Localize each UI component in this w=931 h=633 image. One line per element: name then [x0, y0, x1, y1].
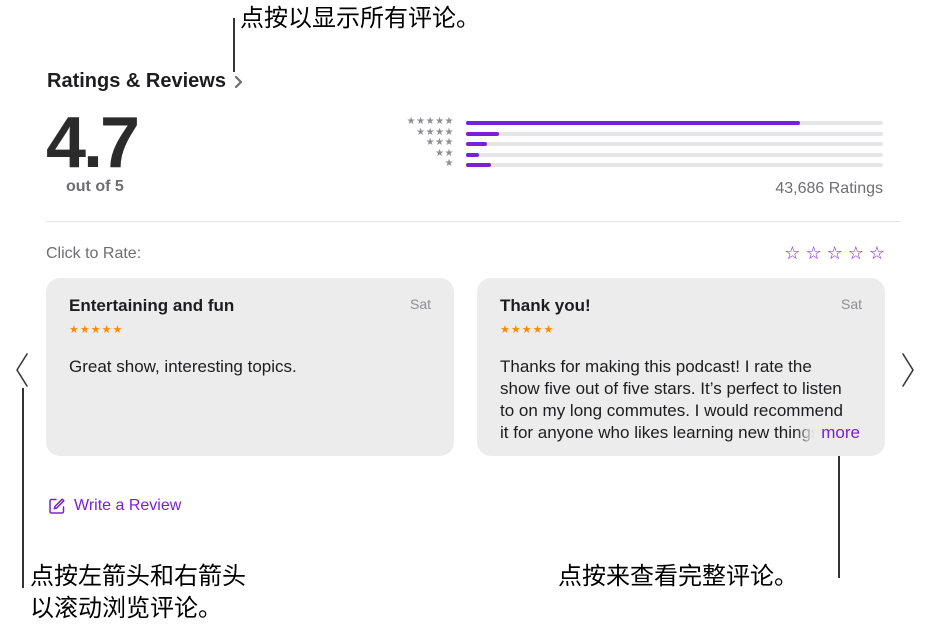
star-row-3: ★★★: [425, 137, 454, 148]
star-row-5: ★★★★★: [406, 116, 454, 127]
average-rating: 4.7: [46, 103, 140, 183]
write-review-label: Write a Review: [74, 497, 182, 514]
bar-track-5: [466, 121, 883, 125]
ratings-reviews-title: Ratings & Reviews: [47, 70, 226, 92]
rate-star-3-icon[interactable]: ☆: [827, 242, 843, 264]
review-body: Great show, interesting topics.: [69, 357, 297, 376]
star-level-labels: ★★★★★ ★★★★ ★★★ ★★ ★: [384, 116, 454, 170]
star-row-1: ★: [444, 158, 454, 169]
ratings-count: 43,686 Ratings: [775, 180, 883, 197]
review-title: Entertaining and fun: [69, 296, 235, 315]
bar-track-4: [466, 131, 883, 136]
rate-star-5-icon[interactable]: ☆: [869, 242, 885, 264]
rate-star-1-icon[interactable]: ☆: [784, 242, 800, 264]
bar-track-2: [466, 152, 883, 157]
bar-fill-4: [466, 131, 500, 136]
review-card[interactable]: Thank you! Sat ★★★★★ Thanks for making t…: [477, 278, 885, 456]
divider: [46, 221, 901, 222]
bar-fill-1: [466, 163, 492, 167]
review-stars: ★★★★★: [69, 324, 124, 336]
bar-track-3: [466, 142, 883, 146]
callout-line-left: [22, 388, 24, 588]
star-row-2: ★★: [435, 147, 454, 159]
out-of-label: out of 5: [66, 178, 124, 195]
click-to-rate-label: Click to Rate:: [46, 245, 142, 262]
bar-track-1: [466, 163, 883, 167]
callout-more: 点按来查看完整评论。: [558, 563, 798, 590]
bar-fill-3: [466, 142, 487, 146]
more-link[interactable]: more: [795, 422, 860, 444]
compose-icon: [49, 498, 65, 514]
review-date: Sat: [409, 296, 431, 312]
review-stars: ★★★★★: [500, 324, 555, 336]
chevron-right-icon[interactable]: [900, 351, 916, 389]
rate-star-2-icon[interactable]: ☆: [805, 242, 821, 264]
review-card[interactable]: Entertaining and fun Sat ★★★★★ Great sho…: [46, 278, 454, 456]
review-date: Sat: [840, 296, 862, 312]
rating-distribution: [466, 121, 883, 174]
rate-star-4-icon[interactable]: ☆: [848, 242, 864, 264]
callout-arrows-line1: 点按左箭头和右箭头: [30, 563, 246, 590]
chevron-right-icon: [234, 75, 243, 88]
review-body: Thanks for making this podcast! I rate t…: [500, 357, 843, 442]
callout-show-all: 点按以显示所有评论。: [240, 5, 480, 32]
callout-line-top: [233, 18, 235, 72]
callout-line-right: [838, 444, 840, 578]
review-title: Thank you!: [500, 296, 591, 315]
ratings-reviews-header[interactable]: Ratings & Reviews: [47, 70, 246, 93]
bar-fill-5: [466, 121, 800, 125]
rate-stars: ☆ ☆ ☆ ☆ ☆: [784, 242, 885, 264]
callout-arrows-line2: 以滚动浏览评论。: [30, 595, 222, 622]
chevron-left-icon[interactable]: [14, 351, 30, 389]
bar-fill-2: [466, 152, 479, 157]
write-review-button[interactable]: Write a Review: [48, 497, 181, 515]
